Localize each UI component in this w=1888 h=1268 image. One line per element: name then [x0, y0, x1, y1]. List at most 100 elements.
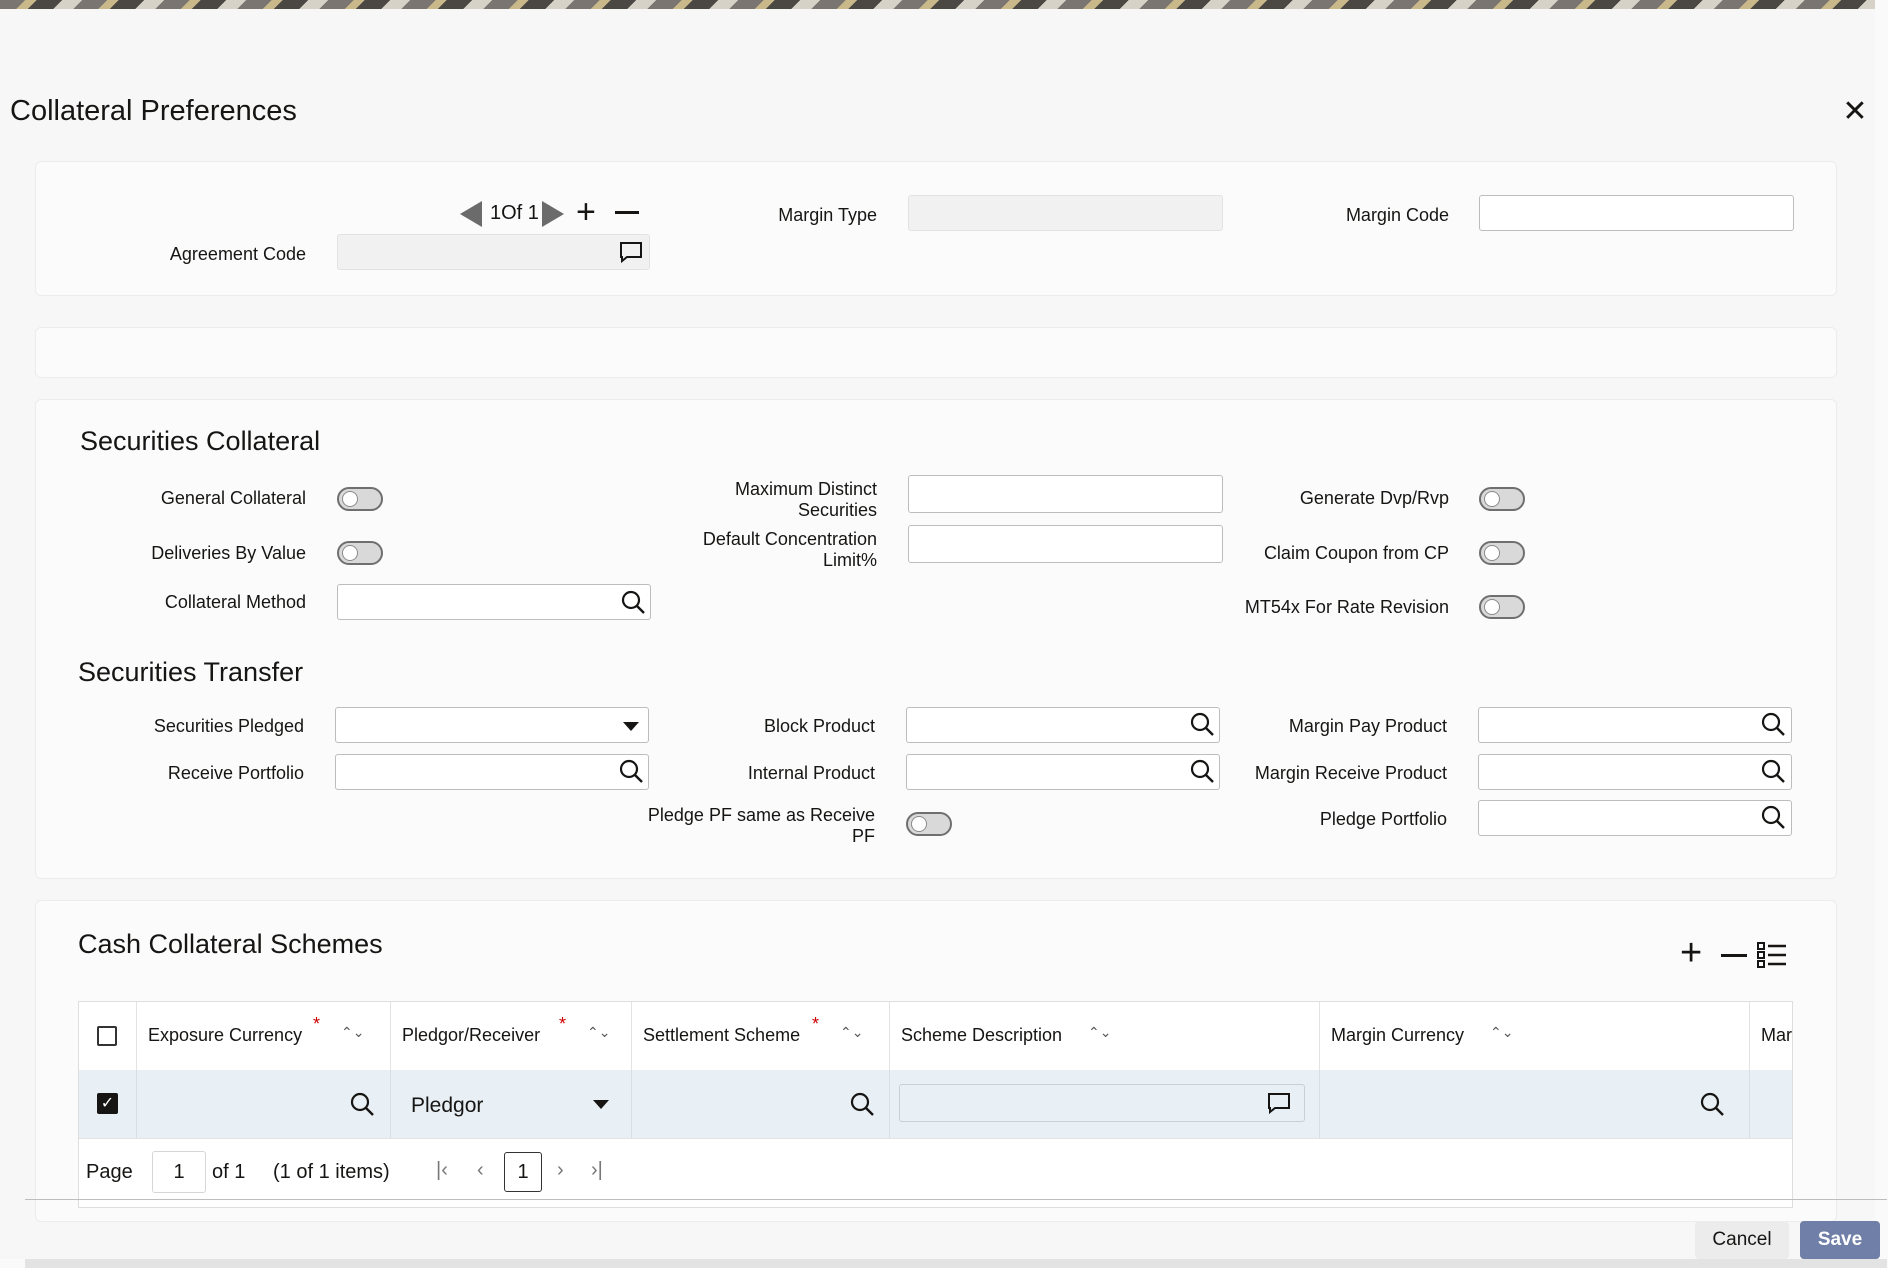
internal-product-field[interactable] — [906, 754, 1220, 790]
pledgor-receiver-cell[interactable]: Pledgor — [391, 1070, 632, 1138]
sort-icon[interactable]: ⌃⌄ — [1088, 1024, 1111, 1041]
pledge-pf-same-label: Pledge PF same as Receive PF — [620, 805, 875, 847]
sort-icon[interactable]: ⌃⌄ — [587, 1024, 610, 1041]
single-record-view-icon[interactable] — [1757, 941, 1787, 969]
comment-icon[interactable] — [1266, 1090, 1292, 1116]
max-distinct-line2: Securities — [797, 500, 877, 520]
securities-collateral-heading: Securities Collateral — [80, 426, 321, 456]
row-checkbox-checked[interactable]: ✓ — [97, 1093, 118, 1114]
current-page-button[interactable]: 1 — [504, 1152, 542, 1192]
search-icon[interactable] — [1760, 758, 1786, 784]
column-label: Scheme Description — [901, 1025, 1063, 1045]
first-page-icon[interactable]: |‹ — [436, 1159, 448, 1182]
column-label: Settlement Scheme — [643, 1025, 801, 1045]
previous-record-icon[interactable] — [460, 201, 482, 227]
next-record-icon[interactable] — [542, 201, 564, 227]
margin-receive-product-field[interactable] — [1478, 754, 1792, 790]
column-header-exposure-currency[interactable]: Exposure Currency * ⌃⌄ — [137, 1002, 391, 1070]
grid-pager: Page 1 of 1 (1 of 1 items) |‹ ‹ 1 › ›| — [79, 1138, 1792, 1207]
column-header-settlement-scheme[interactable]: Settlement Scheme * ⌃⌄ — [632, 1002, 890, 1070]
next-page-icon[interactable]: › — [557, 1159, 564, 1182]
mt54x-toggle[interactable] — [1479, 595, 1525, 619]
record-navigation: 1Of 1 + — [460, 195, 650, 229]
pledge-pf-line2: PF — [851, 826, 875, 846]
search-icon[interactable] — [1760, 711, 1786, 737]
search-icon[interactable] — [849, 1091, 875, 1117]
cancel-button[interactable]: Cancel — [1695, 1221, 1789, 1259]
chevron-down-icon[interactable] — [593, 1100, 609, 1109]
column-label: Pledgor/Receiver — [402, 1025, 541, 1045]
deliveries-by-value-toggle[interactable] — [337, 541, 383, 565]
margin-pay-product-field[interactable] — [1478, 707, 1792, 743]
search-icon[interactable] — [620, 589, 646, 615]
remove-record-icon[interactable] — [615, 211, 639, 214]
claim-coupon-label: Claim Coupon from CP — [1263, 543, 1449, 563]
collateral-method-field[interactable] — [337, 584, 651, 620]
default-concentration-line1: Default Concentration — [702, 529, 877, 549]
margin-type-label: Margin Type — [778, 205, 877, 225]
column-header-mar[interactable]: Mar — [1750, 1002, 1792, 1070]
page-input[interactable]: 1 — [152, 1151, 206, 1193]
chevron-down-icon[interactable] — [623, 722, 639, 731]
sort-icon[interactable]: ⌃⌄ — [1490, 1024, 1513, 1041]
page-label: Page — [86, 1161, 133, 1183]
table-row-select[interactable]: ✓ — [79, 1070, 137, 1138]
pledge-portfolio-field[interactable] — [1478, 800, 1792, 836]
column-header-scheme-description[interactable]: Scheme Description ⌃⌄ — [890, 1002, 1320, 1070]
default-concentration-label: Default Concentration Limit% — [640, 529, 877, 571]
comment-icon[interactable] — [618, 239, 644, 265]
internal-product-label: Internal Product — [747, 763, 875, 783]
close-icon[interactable]: ✕ — [1840, 97, 1870, 127]
search-icon[interactable] — [1699, 1091, 1725, 1117]
column-header-pledgor-receiver[interactable]: Pledgor/Receiver * ⌃⌄ — [391, 1002, 632, 1070]
pledge-pf-same-toggle[interactable] — [906, 812, 952, 836]
securities-pledged-dropdown[interactable] — [335, 707, 649, 743]
empty-panel — [35, 327, 1837, 378]
margin-code-field[interactable] — [1479, 195, 1794, 231]
search-icon[interactable] — [618, 758, 644, 784]
margin-type-field — [908, 195, 1223, 231]
agreement-code-field[interactable] — [337, 234, 650, 270]
previous-page-icon[interactable]: ‹ — [477, 1159, 484, 1182]
search-icon[interactable] — [349, 1091, 375, 1117]
pledgor-receiver-value: Pledgor — [411, 1094, 484, 1117]
column-label: Margin Currency — [1331, 1025, 1465, 1045]
block-product-field[interactable] — [906, 707, 1220, 743]
exposure-currency-cell[interactable] — [137, 1070, 391, 1138]
general-collateral-toggle[interactable] — [337, 487, 383, 511]
record-count: 1Of 1 — [490, 202, 539, 224]
max-distinct-securities-label: Maximum Distinct Securities — [660, 479, 877, 521]
sort-icon[interactable]: ⌃⌄ — [840, 1024, 863, 1041]
scheme-description-cell[interactable] — [890, 1070, 1320, 1138]
footer-divider — [25, 1199, 1887, 1200]
settlement-scheme-cell[interactable] — [632, 1070, 890, 1138]
default-concentration-field[interactable] — [908, 525, 1223, 563]
max-distinct-securities-field[interactable] — [908, 475, 1223, 513]
claim-coupon-toggle[interactable] — [1479, 541, 1525, 565]
securities-transfer-heading: Securities Transfer — [78, 657, 304, 687]
delete-row-icon[interactable] — [1721, 954, 1747, 957]
receive-portfolio-field[interactable] — [335, 754, 649, 790]
add-row-icon[interactable]: + — [1680, 934, 1702, 972]
required-marker: * — [313, 1014, 321, 1034]
dialog-title: Collateral Preferences — [10, 95, 297, 127]
search-icon[interactable] — [1189, 711, 1215, 737]
scheme-description-field[interactable] — [899, 1084, 1305, 1122]
margin-currency-cell[interactable] — [1320, 1070, 1750, 1138]
save-button[interactable]: Save — [1800, 1221, 1880, 1259]
generate-dvp-rvp-toggle[interactable] — [1479, 487, 1525, 511]
decorative-banner — [0, 0, 1875, 9]
deliveries-by-value-label: Deliveries By Value — [151, 543, 306, 563]
column-header-margin-currency[interactable]: Margin Currency ⌃⌄ — [1320, 1002, 1750, 1070]
required-marker: * — [559, 1014, 567, 1034]
last-page-icon[interactable]: ›| — [591, 1159, 603, 1182]
mar-cell[interactable] — [1750, 1070, 1792, 1138]
sort-icon[interactable]: ⌃⌄ — [341, 1024, 364, 1041]
page-total: of 1 — [212, 1161, 246, 1183]
select-all-checkbox[interactable] — [97, 1026, 117, 1046]
add-record-icon[interactable]: + — [576, 195, 596, 229]
margin-code-label: Margin Code — [1345, 205, 1449, 225]
mt54x-label: MT54x For Rate Revision — [1244, 597, 1449, 617]
search-icon[interactable] — [1760, 804, 1786, 830]
pledge-pf-line1: Pledge PF same as Receive — [647, 805, 875, 825]
